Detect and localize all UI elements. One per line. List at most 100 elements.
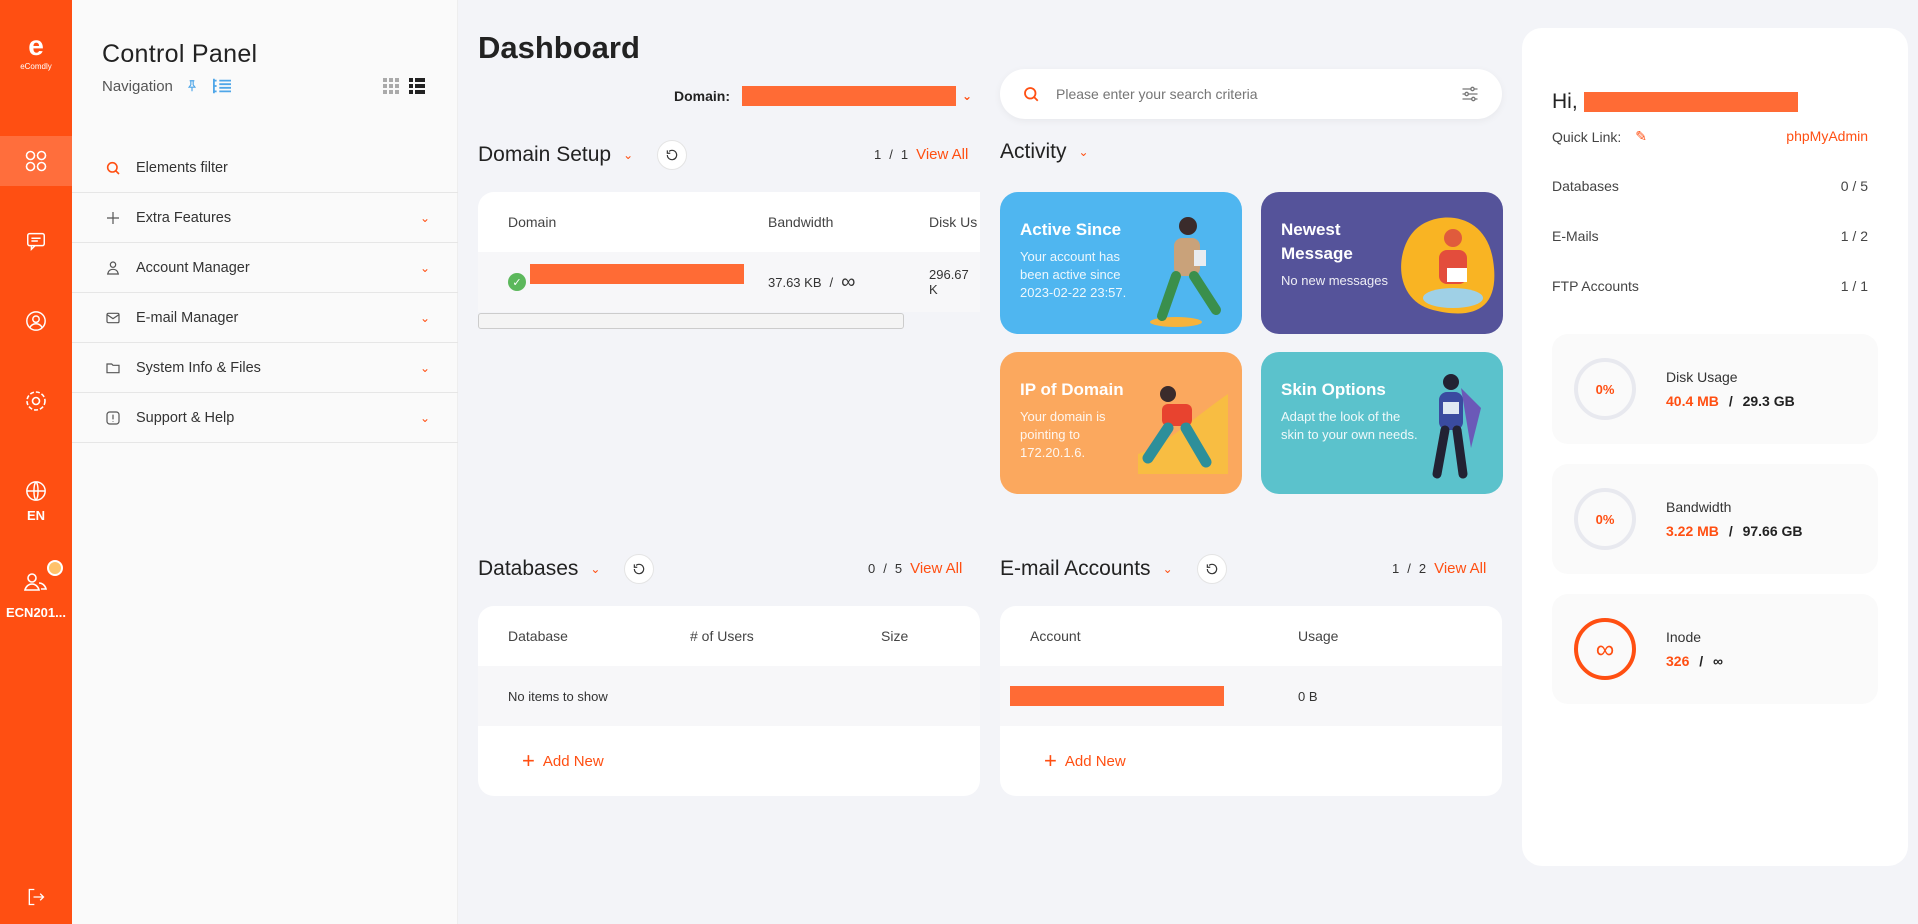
language-label: EN [26,507,46,523]
col-domain: Domain [508,214,557,230]
tile-skin-options[interactable]: Skin Options Adapt the look of the skin … [1261,352,1503,494]
nav-subtitle: Navigation [102,77,173,95]
search-input[interactable] [1056,86,1460,102]
table-header: Domain Bandwidth Disk Us [478,192,980,252]
view-all-link[interactable]: View All [910,560,962,577]
user-label: ECN201... [6,605,66,620]
tile-newest-message[interactable]: Newest Message No new messages [1261,192,1503,334]
chevron-down-icon: ⌄ [419,360,430,375]
refresh-button[interactable] [624,554,655,584]
nav-item-system-info[interactable]: System Info & Files ⌄ [72,343,458,393]
tree-list-icon[interactable] [211,77,233,95]
quick-link-value[interactable]: phpMyAdmin [1786,128,1868,145]
search-bar [1000,69,1502,119]
chevron-down-icon[interactable]: ⌄ [590,562,600,576]
bandwidth-limit: ∞ [841,270,856,293]
rail-user-button[interactable]: ECN201... [0,560,72,630]
rail-dashboard-button[interactable] [0,136,72,186]
folder-icon [104,359,122,377]
gear-icon [26,391,46,411]
view-all-link[interactable]: View All [1434,560,1486,577]
usage-limit: 97.66 GB [1742,523,1803,539]
chevron-down-icon[interactable]: ⌄ [623,148,633,162]
user-circle-icon [26,311,46,331]
email-accounts-table: Account Usage 0 B + Add New [1000,606,1502,796]
tile-ip-of-domain[interactable]: IP of Domain Your domain is pointing to … [1000,352,1242,494]
nav-item-label: Support & Help [136,409,235,426]
nav-item-extra-features[interactable]: Extra Features ⌄ [72,193,458,243]
inode-ring: ∞ [1574,618,1636,680]
pager-total: 2 [1418,561,1427,576]
nav-item-elements-filter[interactable]: Elements filter [72,143,458,193]
domain-name-redacted [530,264,744,284]
usage-used: 3.22 MB [1666,523,1719,539]
nav-item-support-help[interactable]: Support & Help ⌄ [72,393,458,443]
tile-active-since[interactable]: Active Since Your account has been activ… [1000,192,1242,334]
add-label: Add New [1064,752,1126,770]
list-view-icon[interactable] [409,78,425,94]
usage-name: Bandwidth [1666,499,1732,515]
chevron-down-icon[interactable]: ⌄ [1079,145,1089,159]
navigation-panel: Control Panel Navigation Elements filter… [72,0,458,924]
filter-sliders-icon[interactable] [1460,84,1480,104]
domain-setup-pager: 1 / 1 View All [874,146,968,163]
domain-selector[interactable]: Domain: ⌄ [674,86,972,106]
databases-table: Database # of Users Size No items to sho… [478,606,980,796]
domain-label: Domain: [674,88,730,104]
bandwidth-ring: 0% [1574,488,1636,550]
rail-account-button[interactable] [0,296,72,346]
rail-language-button[interactable]: EN [0,466,72,536]
message-icon [27,232,45,252]
view-all-link[interactable]: View All [916,146,968,163]
tile-text: Your domain is pointing to 172.20.1.6. [1020,409,1106,460]
nav-item-label: Extra Features [136,209,232,226]
nav-item-email-manager[interactable]: E-mail Manager ⌄ [72,293,458,343]
chevron-down-icon: ⌄ [419,410,430,425]
plus-icon [104,209,122,227]
domain-setup-header: Domain Setup ⌄ [478,140,688,170]
pager-current: 1 [874,147,882,162]
edit-pencil-icon[interactable]: ✎ [1635,128,1647,145]
pin-icon[interactable] [185,79,199,93]
disk-usage-ring: 0% [1574,358,1636,420]
refresh-button[interactable] [657,140,688,170]
dashboard-icon [25,150,47,172]
logout-icon [28,888,45,906]
bandwidth-value: 37.63 KB [768,274,822,290]
rail-messages-button[interactable] [0,216,72,266]
nav-item-label: E-mail Manager [136,309,239,326]
grid-view-icon[interactable] [383,78,399,94]
nav-item-label: Elements filter [136,159,228,176]
status-badge [47,560,63,576]
rail-settings-button[interactable] [0,376,72,426]
usage-limit: ∞ [1713,653,1724,669]
table-row[interactable]: ✓ 37.63 KB / ∞ 296.67 K [478,252,980,312]
logo-letter: e [28,30,44,61]
chevron-down-icon: ⌄ [419,310,430,325]
logo[interactable]: e eComdly [0,30,72,72]
horizontal-scrollbar[interactable] [478,313,904,329]
refresh-icon [634,563,645,575]
databases-header: Databases ⌄ [478,554,655,584]
col-bandwidth: Bandwidth [768,214,834,230]
nav-list: Elements filter Extra Features ⌄ Account… [72,143,458,443]
empty-row: No items to show [478,666,980,726]
table-row[interactable]: 0 B [1000,666,1502,726]
globe-icon [26,480,46,501]
refresh-button[interactable] [1196,554,1227,584]
add-email-button[interactable]: + Add New [1000,726,1502,796]
nav-item-account-manager[interactable]: Account Manager ⌄ [72,243,458,293]
pager-sep: / [1407,561,1411,576]
usage-used: 40.4 MB [1666,393,1719,409]
rail-logout-button[interactable] [0,872,72,922]
usage-values: 326 / ∞ [1666,653,1723,669]
refresh-icon [1206,563,1217,575]
chevron-down-icon[interactable]: ⌄ [1163,562,1173,576]
username-redacted [1583,92,1798,112]
stat-value: 0 / 5 [1840,178,1868,194]
usage-sep: / [1728,523,1733,539]
add-database-button[interactable]: + Add New [478,726,980,796]
tile-title: Newest Message [1281,220,1353,263]
users-icon [23,573,48,591]
bandwidth-cell: 37.63 KB / ∞ [768,271,855,294]
